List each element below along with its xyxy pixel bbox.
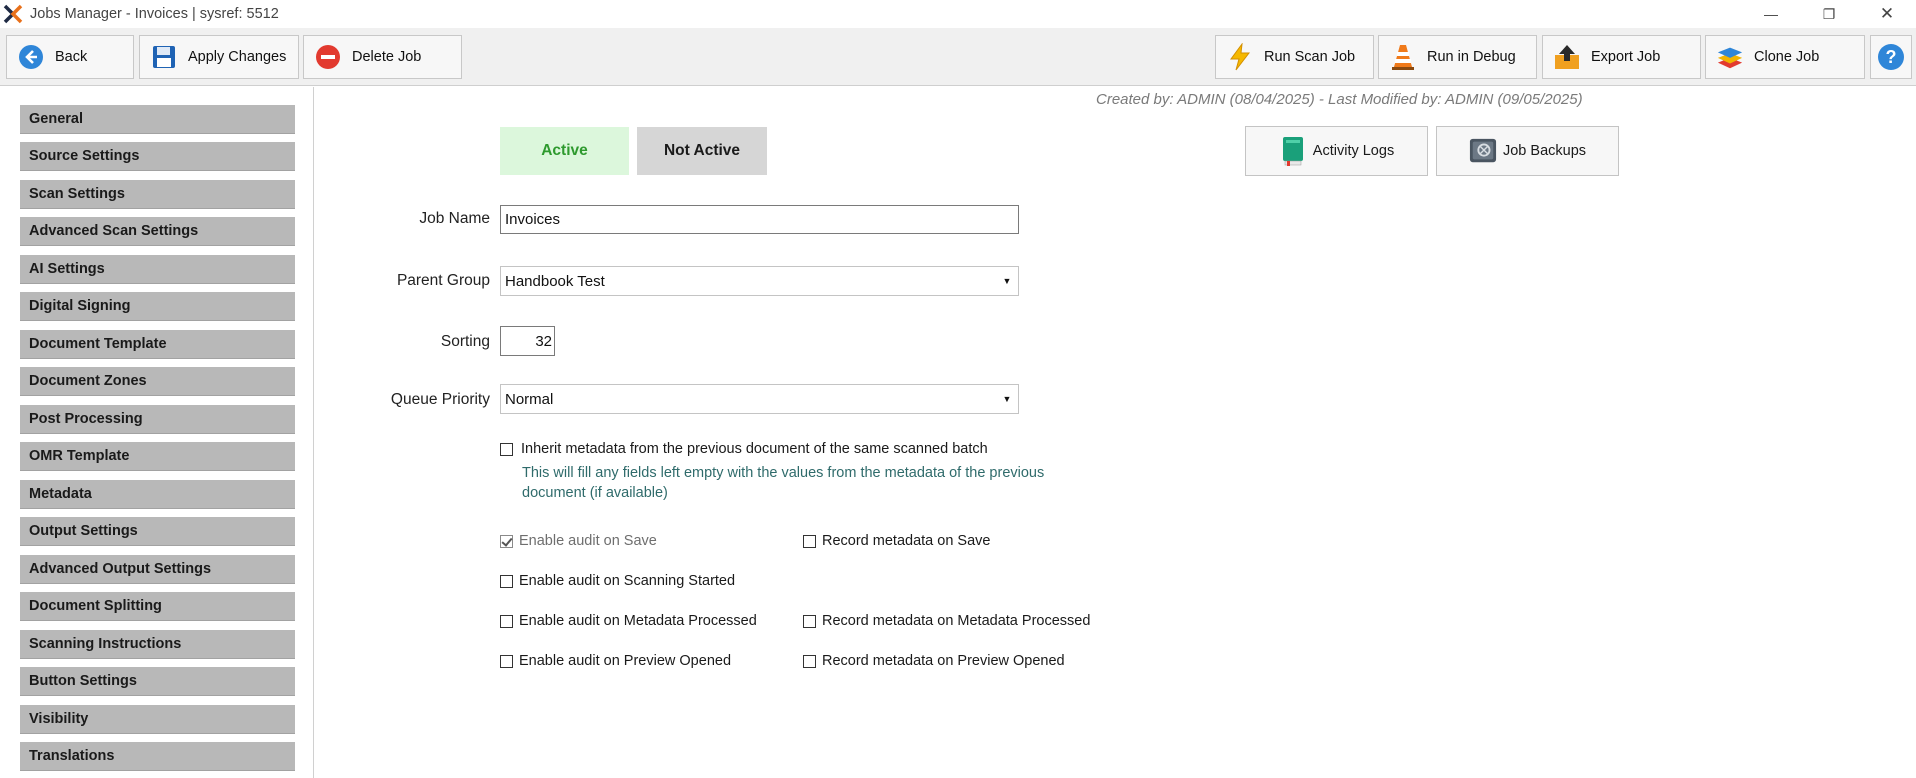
safe-icon: [1469, 136, 1497, 166]
sorting-label: Sorting: [440, 333, 490, 350]
checkbox-box[interactable]: [500, 574, 513, 588]
sidebar-item-advanced-output-settings[interactable]: Advanced Output Settings: [20, 555, 295, 584]
activity-logs-label: Activity Logs: [1312, 143, 1395, 159]
sidebar-item-omr-template[interactable]: OMR Template: [20, 442, 295, 471]
record-preview-opened-checkbox[interactable]: Record metadata on Preview Opened: [803, 653, 1065, 669]
record-preview-label: Record metadata on Preview Opened: [822, 653, 1065, 669]
toolbar: Back Apply Changes Delete Job Run Scan J…: [0, 28, 1916, 86]
back-arrow-icon: [17, 43, 45, 71]
record-metadata-label: Record metadata on Metadata Processed: [822, 613, 1091, 629]
created-modified-info: Created by: ADMIN (08/04/2025) - Last Mo…: [1096, 91, 1583, 108]
close-window-button[interactable]: ✕: [1858, 0, 1916, 28]
audit-scanning-started-checkbox[interactable]: Enable audit on Scanning Started: [500, 573, 735, 589]
sidebar-item-ai-settings[interactable]: AI Settings: [20, 255, 295, 284]
record-save-checkbox[interactable]: Record metadata on Save: [803, 533, 990, 549]
svg-text:?: ?: [1886, 47, 1897, 67]
export-job-label: Export Job: [1591, 49, 1661, 65]
export-box-icon: [1553, 43, 1581, 71]
inherit-metadata-checkbox[interactable]: Inherit metadata from the previous docum…: [500, 441, 988, 457]
sidebar-item-scan-settings[interactable]: Scan Settings: [20, 180, 295, 209]
delete-job-label: Delete Job: [352, 49, 422, 65]
sidebar-item-translations[interactable]: Translations: [20, 742, 295, 771]
run-scan-job-label: Run Scan Job: [1264, 49, 1356, 65]
audit-preview-label: Enable audit on Preview Opened: [519, 653, 732, 669]
record-save-label: Record metadata on Save: [822, 533, 991, 549]
back-label: Back: [55, 49, 88, 65]
activity-logs-button[interactable]: Activity Logs: [1245, 126, 1428, 176]
sidebar-item-advanced-scan-settings[interactable]: Advanced Scan Settings: [20, 217, 295, 246]
sidebar-item-scanning-instructions[interactable]: Scanning Instructions: [20, 630, 295, 659]
run-in-debug-label: Run in Debug: [1427, 49, 1516, 65]
sidebar-item-document-template[interactable]: Document Template: [20, 330, 295, 359]
chevron-down-icon: ▼: [1002, 394, 1012, 404]
audit-save-label: Enable audit on Save: [519, 533, 657, 549]
sorting-input[interactable]: 32: [500, 326, 555, 356]
queue-priority-value: Normal: [505, 390, 554, 408]
queue-priority-label: Queue Priority: [390, 391, 490, 408]
sidebar-item-digital-signing[interactable]: Digital Signing: [20, 292, 295, 321]
sidebar-item-source-settings[interactable]: Source Settings: [20, 142, 295, 171]
sidebar-item-general[interactable]: General: [20, 105, 295, 134]
maximize-button[interactable]: ❐: [1800, 0, 1858, 28]
sidebar-item-visibility[interactable]: Visibility: [20, 705, 295, 734]
clone-job-label: Clone Job: [1754, 49, 1820, 65]
status-active-toggle[interactable]: Active: [500, 127, 629, 175]
audit-scanning-label: Enable audit on Scanning Started: [519, 573, 736, 589]
job-backups-button[interactable]: Job Backups: [1436, 126, 1619, 176]
title-bar: Jobs Manager - Invoices | sysref: 5512 —…: [0, 0, 1916, 28]
sidebar-item-document-zones[interactable]: Document Zones: [20, 367, 295, 396]
help-icon: ?: [1878, 44, 1904, 70]
inherit-metadata-hint: This will fill any fields left empty wit…: [522, 465, 1045, 501]
job-name-input[interactable]: Invoices: [500, 205, 1019, 234]
save-disk-icon: [150, 43, 178, 71]
run-in-debug-button[interactable]: Run in Debug: [1378, 35, 1537, 79]
parent-group-label: Parent Group: [396, 272, 490, 289]
clone-job-button[interactable]: Clone Job: [1705, 35, 1865, 79]
apply-changes-button[interactable]: Apply Changes: [139, 35, 299, 79]
chevron-down-icon: ▼: [1002, 276, 1012, 286]
checkbox-box[interactable]: [803, 534, 816, 548]
checkbox-box[interactable]: [500, 614, 513, 628]
audit-metadata-processed-checkbox[interactable]: Enable audit on Metadata Processed: [500, 613, 757, 629]
audit-preview-opened-checkbox[interactable]: Enable audit on Preview Opened: [500, 653, 731, 669]
lightning-icon: [1226, 43, 1254, 71]
checkbox-box[interactable]: [500, 442, 513, 456]
app-logo-icon: [3, 4, 23, 24]
status-not-active-toggle[interactable]: Not Active: [637, 127, 767, 175]
audit-save-checkbox[interactable]: Enable audit on Save: [500, 533, 657, 549]
checkbox-box[interactable]: [803, 614, 816, 628]
export-job-button[interactable]: Export Job: [1542, 35, 1701, 79]
queue-priority-select[interactable]: Normal ▼: [500, 384, 1019, 414]
inherit-metadata-label: Inherit metadata from the previous docum…: [521, 441, 988, 457]
parent-group-value: Handbook Test: [505, 272, 605, 290]
apply-changes-label: Apply Changes: [188, 49, 287, 65]
record-metadata-processed-checkbox[interactable]: Record metadata on Metadata Processed: [803, 613, 1090, 629]
audit-metadata-label: Enable audit on Metadata Processed: [519, 613, 757, 629]
checkbox-box[interactable]: [500, 654, 513, 668]
back-button[interactable]: Back: [6, 35, 134, 79]
sidebar-item-document-splitting[interactable]: Document Splitting: [20, 592, 295, 621]
job-backups-label: Job Backups: [1502, 143, 1587, 159]
job-name-label: Job Name: [419, 210, 490, 227]
help-button[interactable]: ?: [1870, 35, 1912, 79]
sidebar-item-button-settings[interactable]: Button Settings: [20, 667, 295, 696]
minimize-button[interactable]: —: [1742, 0, 1800, 28]
checkbox-box[interactable]: [500, 534, 513, 548]
delete-icon: [314, 43, 342, 71]
sidebar-item-post-processing[interactable]: Post Processing: [20, 405, 295, 434]
run-scan-job-button[interactable]: Run Scan Job: [1215, 35, 1374, 79]
sidebar: General Source Settings Scan Settings Ad…: [0, 87, 314, 778]
delete-job-button[interactable]: Delete Job: [303, 35, 462, 79]
parent-group-select[interactable]: Handbook Test ▼: [500, 266, 1019, 296]
book-icon: [1279, 136, 1307, 166]
sidebar-item-metadata[interactable]: Metadata: [20, 480, 295, 509]
layers-icon: [1716, 43, 1744, 71]
traffic-cone-icon: [1389, 43, 1417, 71]
sidebar-item-output-settings[interactable]: Output Settings: [20, 517, 295, 546]
window-title: Jobs Manager - Invoices | sysref: 5512: [30, 6, 279, 22]
checkbox-box[interactable]: [803, 654, 816, 668]
